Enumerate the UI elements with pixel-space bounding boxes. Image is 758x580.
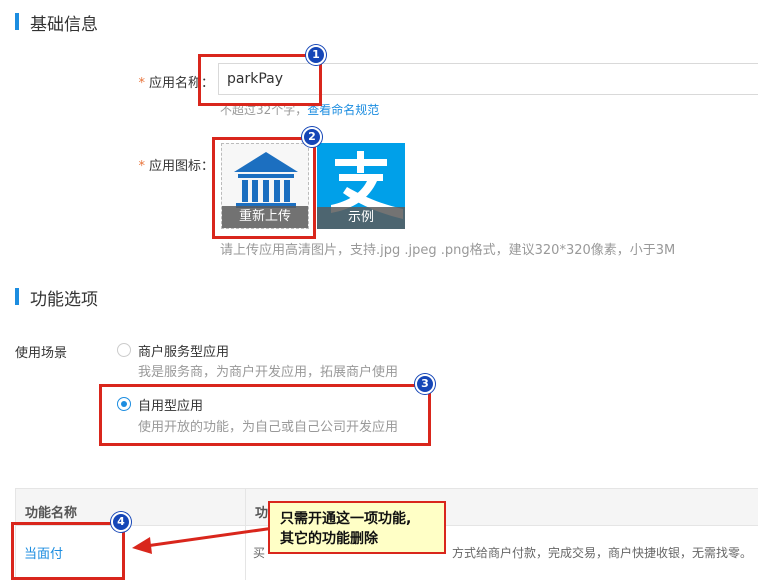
annotation-badge-3: 3 <box>415 374 435 394</box>
annotation-badge-2: 2 <box>302 127 322 147</box>
section-marker <box>15 13 19 30</box>
section-marker <box>15 288 19 305</box>
annotation-badge-1: 1 <box>306 45 326 65</box>
annotation-box-4 <box>11 522 125 580</box>
required-mark: * <box>138 159 145 174</box>
annotation-box-3 <box>99 384 431 446</box>
example-label: 示例 <box>317 207 405 229</box>
callout-line-2: 其它的功能删除 <box>280 531 378 547</box>
column-header-function-desc: 功 <box>255 506 269 521</box>
annotation-box-2 <box>212 137 316 239</box>
radio-merchant-service[interactable] <box>117 343 131 357</box>
usage-scenario-label: 使用场景 <box>15 346 68 361</box>
column-header-function-name: 功能名称 <box>25 506 78 521</box>
annotation-box-1 <box>198 54 322 106</box>
example-icon-box: 示例 <box>317 143 405 229</box>
callout-line-1: 只需开通这一项功能, <box>280 511 412 527</box>
function-desc-text: 方式给商户付款，完成交易，商户快捷收银，无需找零。 <box>452 546 753 560</box>
app-icon-label-text: 应用图标： <box>148 159 214 174</box>
section-title-basic-info: 基础信息 <box>30 15 98 35</box>
option-merchant-service-desc: 我是服务商，为商户开发应用，拓展商户使用 <box>138 365 399 380</box>
annotation-arrow-icon <box>132 526 275 554</box>
app-icon-label: * 应用图标： <box>130 155 214 174</box>
required-mark: * <box>138 76 145 91</box>
icon-hint: 请上传应用高清图片，支持.jpg .jpeg .png格式，建议320*320像… <box>220 243 676 258</box>
annotation-callout: 只需开通这一项功能, 其它的功能删除 <box>268 501 446 554</box>
option-merchant-service-title[interactable]: 商户服务型应用 <box>138 341 229 360</box>
section-title-function-options: 功能选项 <box>30 290 98 310</box>
